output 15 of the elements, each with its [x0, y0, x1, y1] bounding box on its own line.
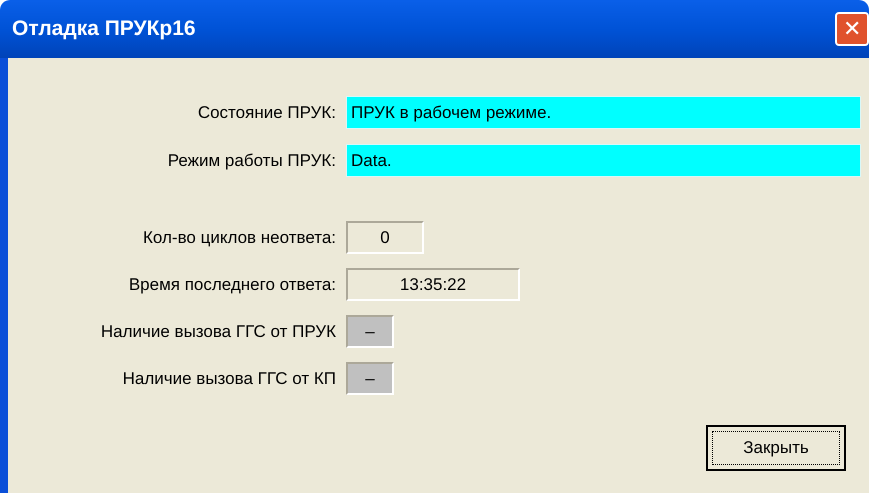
field-label: Наличие вызова ГГС от КП: [122, 368, 336, 390]
field-label: Режим работы ПРУК:: [166, 150, 336, 172]
close-button[interactable]: ✕: [835, 12, 869, 46]
field-label: Наличие вызова ГГС от ПРУК: [100, 320, 336, 343]
close-dialog-button[interactable]: Закрыть: [706, 425, 846, 471]
window-title: Отладка ПРУКр16: [12, 16, 196, 42]
field-label: Время последнего ответа:: [128, 274, 336, 296]
value-field: ПРУК в рабочем режиме.: [346, 96, 861, 129]
indicator-field: –: [346, 362, 394, 395]
indicator-field: –: [346, 315, 394, 348]
value-field: 13:35:22: [346, 268, 520, 301]
value-field: Data.: [346, 144, 861, 177]
value-field: 0: [346, 221, 424, 254]
field-label: Состояние ПРУК:: [196, 102, 336, 124]
field-label: Кол-во циклов неответа:: [142, 226, 336, 249]
